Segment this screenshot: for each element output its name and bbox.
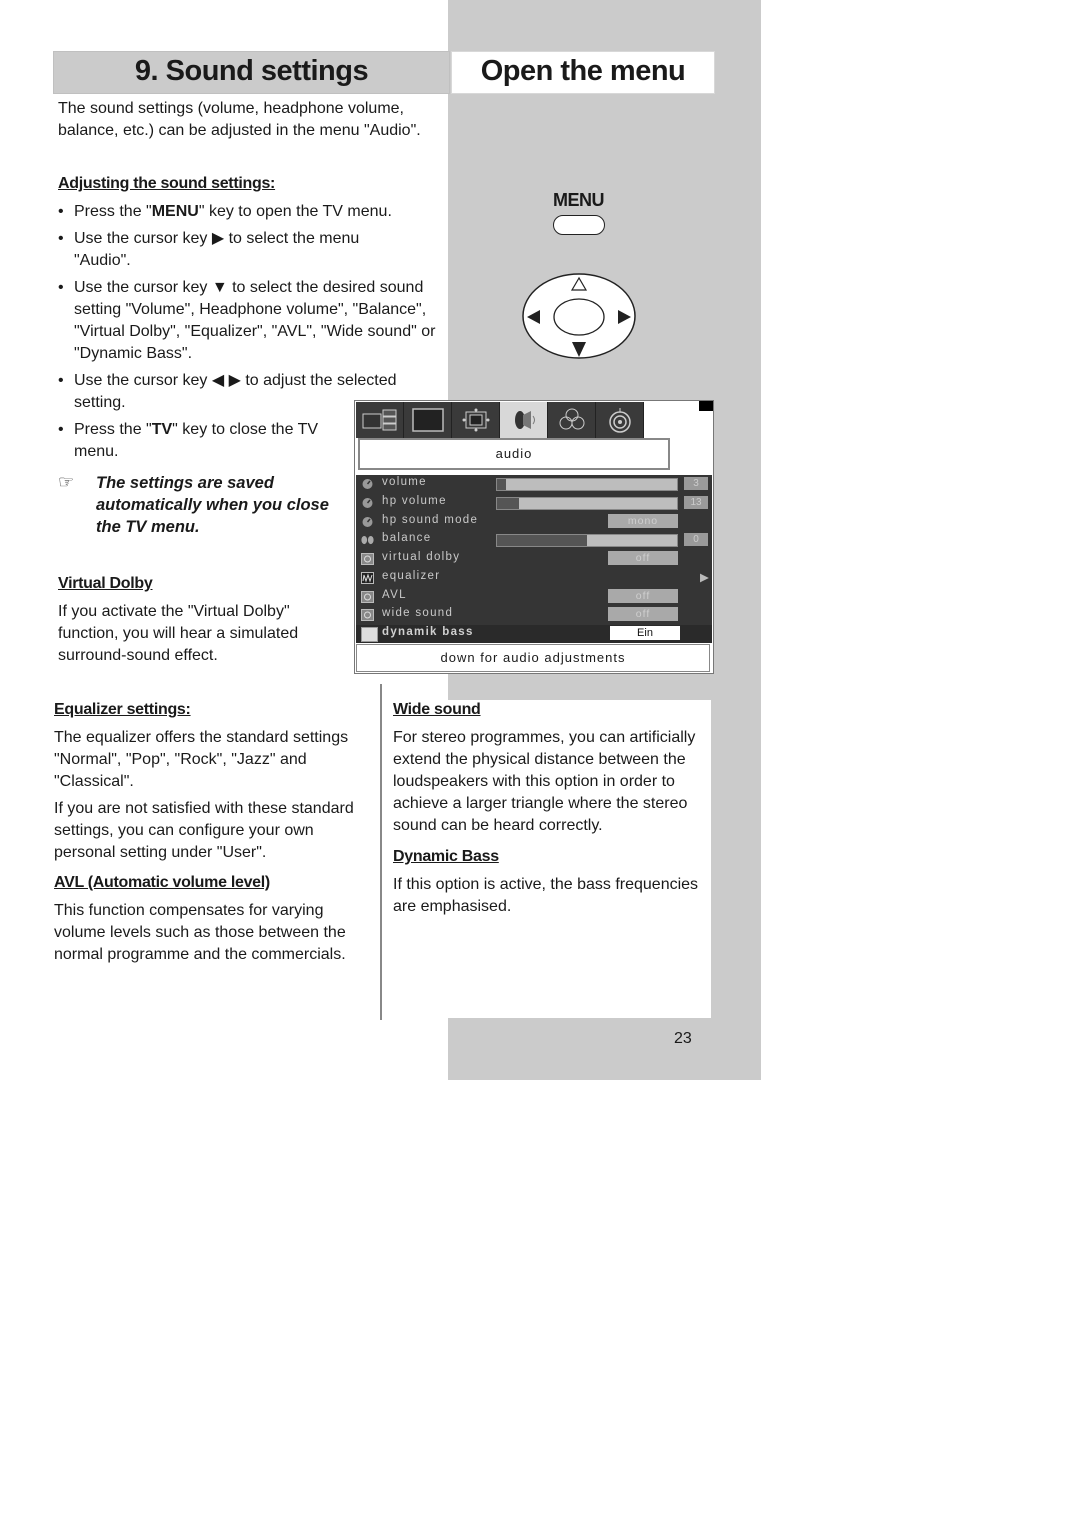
side-title: Open the menu — [451, 51, 715, 94]
submenu-arrow-icon[interactable]: ▶ — [700, 570, 710, 584]
bullet: • — [58, 203, 64, 220]
section-title: 9. Sound settings — [53, 51, 450, 94]
bass-icon — [361, 627, 378, 642]
step-item: • Press the "MENU" key to open the TV me… — [58, 201, 443, 223]
volume-value: 3 — [684, 477, 708, 490]
avl-text: This function compensates for varying vo… — [54, 902, 346, 963]
colour-circles-icon — [559, 408, 584, 430]
hp-volume-slider[interactable] — [496, 497, 678, 510]
menu-row-hp-volume[interactable]: hp volume 13 — [356, 494, 712, 512]
wide-sound-icon — [361, 609, 374, 621]
menu-row-equalizer[interactable]: equalizer ▶ — [356, 569, 712, 587]
note-text: The settings are saved automatically whe… — [96, 474, 329, 536]
dynamic-bass-heading: Dynamic Bass — [393, 848, 499, 865]
virtual-dolby-heading: Virtual Dolby — [58, 575, 153, 592]
step-item: • Use the cursor key ▶ to select the men… — [58, 228, 378, 272]
note-block: ☞ The settings are saved automatically w… — [58, 472, 343, 538]
audio-speaker-icon — [514, 411, 535, 429]
pointing-hand-icon: ☞ — [58, 472, 75, 492]
slider-fill — [497, 535, 587, 546]
menu-key: MENU — [151, 203, 199, 220]
menu-row-virtual-dolby[interactable]: virtual dolby off — [356, 550, 712, 568]
tv-menu-tabs — [356, 402, 644, 438]
dial-icon — [362, 479, 373, 489]
menu-button[interactable] — [553, 215, 605, 235]
tab-picture-in-picture[interactable] — [356, 402, 404, 438]
equalizer-icon — [361, 572, 374, 584]
equalizer-heading: Equalizer settings: — [54, 701, 191, 718]
avl-icon — [361, 591, 374, 603]
slider-fill — [497, 498, 519, 509]
equalizer-text-1: The equalizer offers the standard settin… — [54, 729, 349, 790]
hp-volume-value: 13 — [684, 496, 708, 509]
dynamik-bass-value[interactable]: Ein — [610, 626, 680, 640]
menu-title: audio — [358, 438, 670, 470]
balance-value: 0 — [684, 533, 708, 546]
menu-row-wide-sound[interactable]: wide sound off — [356, 606, 712, 624]
wide-sound-value[interactable]: off — [608, 607, 678, 621]
equalizer-text-2: If you are not satisfied with these stan… — [54, 800, 354, 861]
wide-sound-heading: Wide sound — [393, 701, 481, 718]
dolby-icon — [361, 553, 374, 565]
step-item: • Use the cursor key ▼ to select the des… — [58, 277, 443, 365]
dynamic-bass-text: If this option is active, the bass frequ… — [393, 876, 699, 915]
menu-row-avl[interactable]: AVL off — [356, 588, 712, 606]
bullet: • — [58, 421, 64, 438]
footer-band — [448, 1018, 761, 1080]
dial-icon — [362, 498, 373, 508]
menu-row-balance[interactable]: balance 0 — [356, 531, 712, 549]
geometry-icon — [462, 408, 489, 432]
bullet: • — [58, 279, 64, 296]
dpad[interactable] — [522, 273, 636, 359]
virtual-dolby-text: If you activate the "Virtual Dolby" func… — [58, 603, 299, 664]
wide-sound-text: For stereo programmes, you can artificia… — [393, 729, 696, 834]
tab-audio[interactable] — [500, 402, 548, 438]
intro-text: The sound settings (volume, headphone vo… — [58, 100, 421, 139]
tab-screen[interactable] — [404, 402, 452, 438]
balance-icon — [361, 535, 374, 545]
adjusting-heading: Adjusting the sound settings: — [58, 175, 276, 192]
page-number: 23 — [674, 1030, 692, 1047]
screen-icon — [411, 408, 444, 432]
dial-icon — [362, 517, 373, 527]
tab-geometry[interactable] — [452, 402, 500, 438]
avl-value[interactable]: off — [608, 589, 678, 603]
signal-icon — [608, 408, 631, 433]
menu-key-label: MENU — [553, 190, 605, 210]
dpad-ok-button[interactable] — [553, 298, 605, 336]
tab-colour[interactable] — [548, 402, 596, 438]
menu-rows: volume 3 hp volume 13 hp sound mode mono… — [356, 475, 712, 643]
balance-slider[interactable] — [496, 534, 678, 547]
menu-row-dynamik-bass[interactable]: dynamik bass Ein — [356, 625, 712, 643]
menu-hint: down for audio adjustments — [356, 644, 710, 672]
bullet: • — [58, 230, 64, 247]
tv-menu: audio volume 3 hp volume 13 hp sound mod… — [354, 400, 714, 674]
tv-key: TV — [151, 421, 173, 438]
tab-signal[interactable] — [596, 402, 644, 438]
corner-marker — [699, 401, 713, 411]
menu-row-volume[interactable]: volume 3 — [356, 475, 712, 493]
avl-heading: AVL (Automatic volume level) — [54, 874, 270, 891]
virtual-dolby-value[interactable]: off — [608, 551, 678, 565]
column-divider — [380, 684, 382, 1020]
picture-in-picture-icon — [362, 409, 396, 431]
bullet: • — [58, 372, 64, 389]
step-item: • Press the "TV" key to close the TV men… — [58, 419, 338, 463]
menu-row-hp-sound-mode[interactable]: hp sound mode mono — [356, 513, 712, 531]
slider-fill — [497, 479, 506, 490]
volume-slider[interactable] — [496, 478, 678, 491]
hp-sound-mode-value[interactable]: mono — [608, 514, 678, 528]
